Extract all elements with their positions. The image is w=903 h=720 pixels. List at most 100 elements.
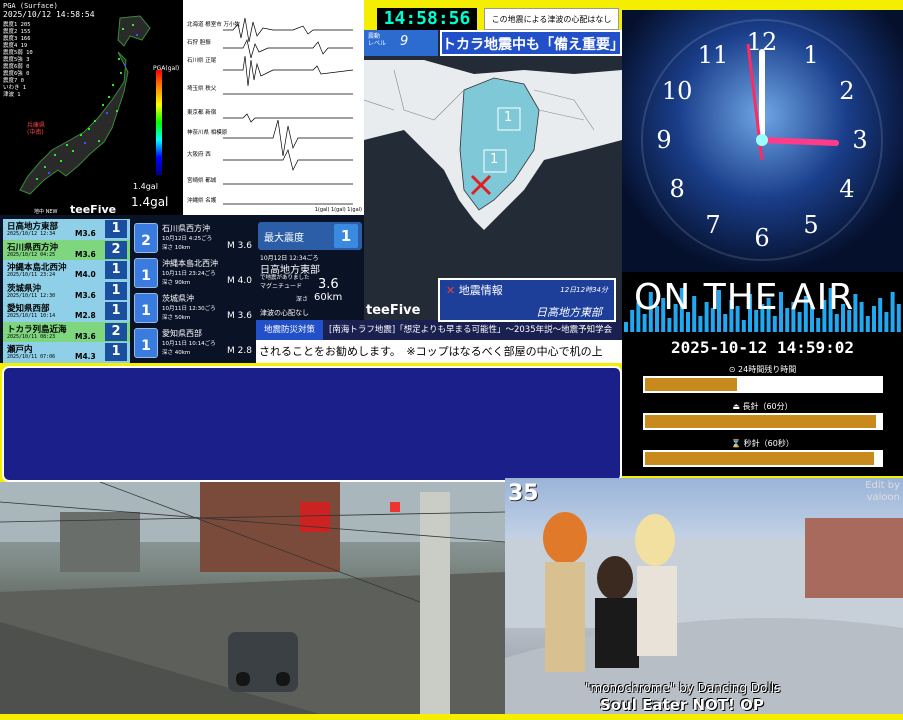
progress-fill [645,378,738,391]
detail-magnitude: M 4.0 [227,276,252,286]
quake-magnitude: M3.6 [75,331,96,341]
quake-date: 2025/10/12 12:34 [7,231,56,237]
clock-numeral: 8 [669,175,684,203]
quake-date: 2025/10/11 07:06 [7,354,56,360]
quake-intensity: 2 [105,240,127,259]
detail-intensity: 2 [134,223,158,253]
detail-depth: 深さ 40km [162,350,191,356]
close-x-icon: ✕ [446,284,456,297]
on-air-text: ON THE AIR [634,277,855,318]
eq-info-place: 日高地方東部 [536,306,602,319]
datetime-display: 2025-10-12 14:59:02 [622,332,903,364]
detail-intensity: 1 [134,328,158,358]
shake-level-label: 震動 レベル [368,33,387,47]
depth-value: 60km [314,292,343,303]
quake-list-row: 瀬戸内 2025/10/11 07:06 M4.3 1 [3,342,130,363]
edit-credit: Edit by valoon [865,480,900,503]
quake-list-row: 沖縄本島北西沖 2025/10/11 23:24 M4.0 1 [3,260,130,281]
quake-intensity: 1 [105,261,127,279]
visualizer-bar [896,304,901,332]
clock-numeral: 7 [705,211,720,239]
eew-map-panel: 1 1 震動 レベル 9 トカラ地震中も「備え重要」 teeFive [364,30,622,320]
quake-detail-list: 2 石川県西方沖 10月12日 4:25ごろ 深さ 10km M 3.6 1 沖縄本島北西沖… [130,215,256,363]
news-ticker-top: 地震防災対策 [南海トラフ地震]「想定よりも早まる可能性」〜2035年説〜地震予知… [256,320,622,340]
quake-intensity: 2 [105,322,127,341]
detail-magnitude: M 3.6 [227,311,252,321]
clock-numeral: 2 [839,77,854,105]
visualizer-bar [624,322,628,332]
progress-label: ⏏ 長針（60分） [732,402,793,411]
broadcast-stage: PGA (Surface) 2025/10/12 14:58:54 震度1 20… [0,0,903,720]
quake-magnitude: M4.0 [75,270,96,279]
episode-counter: 35 [508,481,539,506]
quake-list-row: 石川県西方沖 2025/10/12 04:25 M3.6 2 [3,239,130,261]
progress-fill [645,415,877,428]
visualizer-bar [884,312,889,332]
gal-readout: 1.4gal [131,195,169,209]
pga-color-scale [156,70,162,175]
detail-depth: 深さ 10km [162,245,191,251]
detail-region: 石川県西方沖 [162,224,210,233]
anime-scene [505,512,903,714]
tsunami-notice-top: この地震による津波の心配はなし [484,8,619,30]
ticker-tag: 地震防災対策 [256,320,324,340]
eew-brand: teeFive [366,303,421,318]
quake-magnitude: M2.8 [75,311,96,320]
visualizer-bar [865,316,870,332]
ticker-text: [南海トラフ地震]「想定よりも早まる可能性」〜2035年説〜地震予知学会 [329,325,613,335]
clock-numeral: 3 [852,126,867,154]
depth-label: 深さ [296,296,309,303]
quake-list-row: 茨城県沖 2025/10/11 12:30 M3.6 1 [3,280,130,302]
detail-magnitude: M 3.6 [227,241,252,251]
quake-list-row: 愛知県西部 2025/10/11 10:14 M2.8 1 [3,301,130,322]
shake-level-box: 震動 レベル 9 [364,30,438,56]
anime-video-panel: 35 Edit by valoon "monochrome" by Dancin… [505,478,903,714]
tsunami-notice: 津波の心配なし [260,309,309,317]
on-air-panel: ON THE AIR [622,272,903,332]
quake-date: 2025/10/11 23:24 [7,272,56,278]
region-label: 兵庫県 (中南) [27,122,45,136]
clock-numeral: 11 [698,41,729,69]
intensity-marker: 1 [504,110,513,125]
quake-detail-row: 1 沖縄本島北西沖 10月11日 23:24ごろ 深さ 90km M 4.0 [132,256,254,290]
eq-info-time: 12日12時34分 [560,286,608,294]
broadcast-time: 14:58:56 [377,8,477,30]
waveform-panel: 北海道 根室市 万小牧 石狩 胆振 石川県 正尾 埼玉県 秩父 東京都 新宿 神… [183,0,364,215]
clock-numeral: 6 [754,224,769,252]
empty-message-box [2,366,622,482]
magnitude-label: マグニチュード [260,283,303,290]
quake-intensity: 1 [105,281,127,300]
quake-detail-row: 1 愛知県西部 10月11日 10:14ごろ 深さ 40km M 2.8 [132,326,254,360]
progress-bar [643,450,883,467]
quake-date: 2025/10/11 12:30 [7,292,56,299]
clock-numeral: 9 [656,126,671,154]
detail-intensity: 1 [134,293,158,323]
detail-magnitude: M 2.8 [227,346,252,356]
clock-numeral: 4 [839,175,854,203]
intensity-marker: 1 [490,152,499,167]
detail-region: 茨城県沖 [162,294,194,303]
eq-info-title-text: 地震情報 [458,284,503,297]
quake-note: で地震がありました [260,275,310,281]
detail-depth: 深さ 90km [162,280,191,286]
quake-list-row: トカラ列島近海 2025/10/11 08:23 M3.6 2 [3,321,130,343]
show-caption: Soul Eater NOT! OP [600,696,764,714]
max-intensity-box: 最大震度 1 [258,222,362,250]
gal-small-readout: 1.4gal [133,182,158,191]
progress-label: ⊙ 24時間残り時間 [728,365,797,374]
quake-date: 2025/10/11 10:14 [7,313,56,319]
street-camera-feed [0,482,505,714]
quake-detail-row: 1 茨城県沖 10月11日 12:30ごろ 深さ 50km M 3.6 [132,291,254,325]
analog-clock: 12 1234567891011 [641,19,883,261]
quake-magnitude: M3.6 [75,249,96,259]
visualizer-bar [816,318,821,332]
region-line: 兵庫県 [27,122,46,129]
quake-list: 日高地方東部 2025/10/12 12:34 M3.6 1 石川県西方沖 2025/10… [0,215,130,363]
visualizer-bar [878,298,883,332]
clock-numeral: 1 [803,41,818,69]
detail-date: 10月12日 4:25ごろ [162,236,213,242]
max-intensity-value: 1 [334,224,358,248]
waveform-traces [223,17,354,205]
quake-intensity: 1 [105,302,127,320]
quake-date: 2025/10/12 04:25 [7,251,56,258]
